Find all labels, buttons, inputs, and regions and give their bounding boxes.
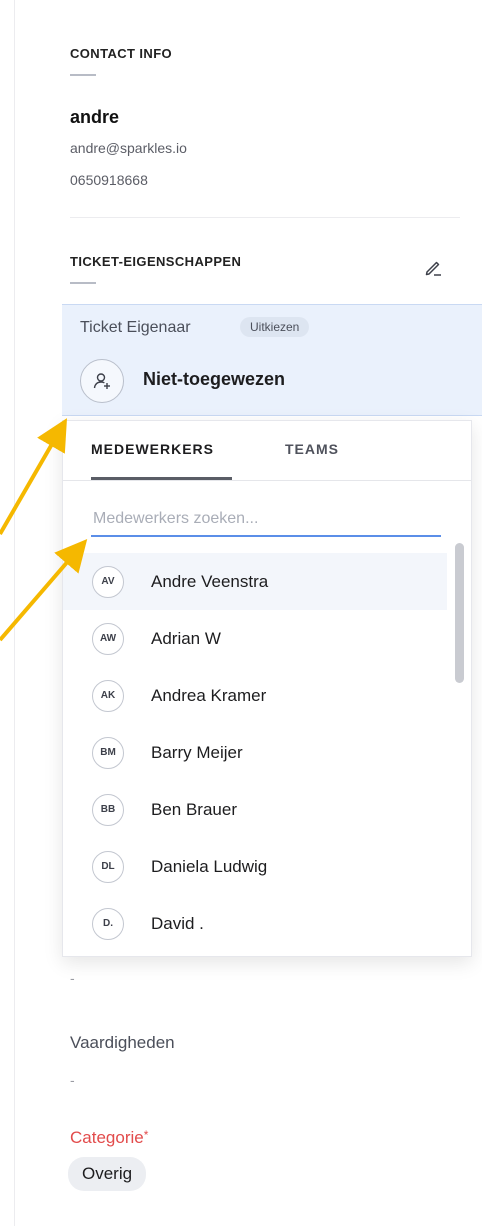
avatar: BB [92, 793, 124, 826]
pencil-icon[interactable] [422, 256, 444, 278]
required-mark: * [143, 1128, 149, 1142]
section-divider [70, 217, 460, 218]
agent-name: Daniela Ludwig [151, 856, 268, 876]
empty-value-dash: - [70, 970, 75, 986]
agent-name: David . [151, 913, 204, 933]
skills-value: - [70, 1072, 75, 1088]
contact-info-underline [70, 74, 96, 76]
agent-name: Adrian W [151, 628, 221, 648]
ticket-owner-label: Ticket Eigenaar [80, 319, 191, 336]
avatar: D. [92, 907, 124, 940]
tab-teams[interactable]: TEAMS [285, 441, 339, 457]
list-item[interactable]: AK Andrea Kramer [63, 667, 447, 724]
avatar: AV [92, 565, 124, 598]
contact-email[interactable]: andre@sparkles.io [70, 140, 187, 156]
avatar: DL [92, 850, 124, 883]
list-item[interactable]: AV Andre Veenstra [63, 553, 447, 610]
arrow-to-owner-field [0, 418, 68, 536]
user-add-icon[interactable] [80, 359, 124, 403]
ticket-owner-field[interactable]: Ticket Eigenaar Uitkiezen Niet-toegeweze… [62, 304, 482, 416]
list-item[interactable]: D. David . [63, 895, 447, 952]
avatar: AK [92, 679, 124, 712]
ticket-properties-underline [70, 282, 96, 284]
agent-picker-dropdown: MEDEWERKERS TEAMS AV Andre Veenstra AW A… [62, 420, 472, 957]
list-item[interactable]: BB Ben Brauer [63, 781, 447, 838]
agent-name: Andre Veenstra [151, 571, 269, 591]
contact-name: andre [70, 107, 120, 127]
ticket-properties-title: TICKET-EIGENSCHAPPEN [70, 254, 242, 269]
list-item[interactable]: BM Barry Meijer [63, 724, 447, 781]
avatar: BM [92, 736, 124, 769]
agent-name: Ben Brauer [151, 799, 237, 819]
list-item[interactable]: DL Daniela Ludwig [63, 838, 447, 895]
category-label-text: Categorie [70, 1128, 144, 1147]
skills-label: Vaardigheden [70, 1033, 175, 1052]
agent-name: Andrea Kramer [151, 685, 267, 705]
contact-info-title: CONTACT INFO [70, 46, 173, 61]
category-label: Categorie* [70, 1128, 148, 1148]
panel-left-border [14, 0, 15, 1226]
tabs-divider [63, 480, 471, 481]
list-item[interactable]: AW Adrian W [63, 610, 447, 667]
ticket-owner-value: Niet-toegewezen [143, 369, 286, 389]
avatar: AW [92, 622, 124, 655]
agent-name: Barry Meijer [151, 742, 243, 762]
contact-phone[interactable]: 0650918668 [70, 172, 148, 188]
tab-agents[interactable]: MEDEWERKERS [91, 441, 214, 457]
agent-search-input[interactable] [91, 503, 441, 537]
scrollbar-thumb[interactable] [455, 543, 464, 683]
select-owner-badge[interactable]: Uitkiezen [240, 317, 310, 337]
ticket-side-panel: CONTACT INFO andre andre@sparkles.io 065… [0, 0, 482, 1226]
agent-list: AV Andre Veenstra AW Adrian W AK Andrea … [63, 553, 447, 952]
category-value-tag[interactable]: Overig [68, 1157, 147, 1191]
